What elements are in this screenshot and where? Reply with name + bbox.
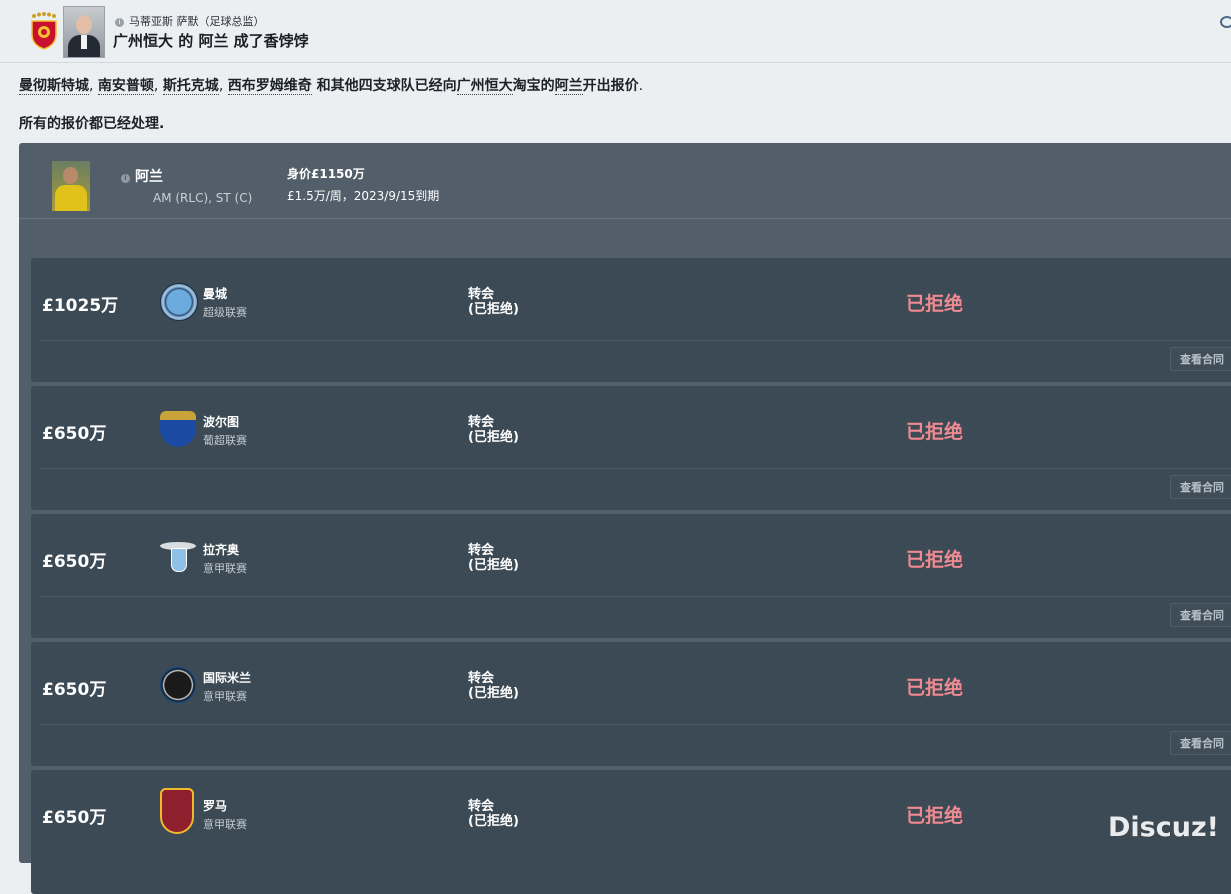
offer-card: £650万 拉齐奥 意甲联赛 转会 (已拒绝) 已拒绝 查看合同 [31,514,1231,638]
club-link-southampton[interactable]: 南安普顿 [97,78,154,95]
porto-crest-icon[interactable] [160,411,196,447]
offer-card: £650万 波尔图 葡超联赛 转会 (已拒绝) 已拒绝 查看合同 [31,386,1231,510]
club-name[interactable]: 国际米兰 [203,669,251,686]
view-contract-button[interactable]: 查看合同 [1170,603,1231,627]
eye-icon[interactable] [1220,16,1231,28]
divider [40,468,1231,469]
info-icon: i [121,174,130,183]
offer-status: 已拒绝 [906,805,964,827]
offer-amount: £1025万 [42,296,119,316]
info-icon: i [115,18,124,27]
player-summary: i 阿兰 AM (RLC), ST (C) 身价£1150万 £1.5万/周，20… [19,143,1231,219]
separator: , [153,78,163,94]
sender-line[interactable]: i 马蒂亚斯 萨默（足球总监） [115,13,265,29]
offer-type-status: (已拒绝) [468,814,519,829]
club-name[interactable]: 拉齐奥 [203,541,239,558]
body-text: 开出报价 [582,78,639,94]
message-subject: 广州恒大 的 阿兰 成了香饽饽 [113,32,309,50]
club-league[interactable]: 意甲联赛 [203,688,247,704]
offer-type-status: (已拒绝) [468,686,519,701]
club-league[interactable]: 葡超联赛 [203,432,247,448]
message-body-line1: 曼彻斯特城, 南安普顿, 斯托克城, 西布罗姆维奇 和其他四支球队已经向广州恒大… [19,75,643,95]
view-contract-button[interactable]: 查看合同 [1170,475,1231,499]
offer-status: 已拒绝 [906,549,964,571]
player-wage: £1.5万/周，2023/9/15到期 [287,189,440,203]
lazio-crest-icon[interactable] [160,539,196,575]
roma-crest-icon[interactable] [160,788,194,834]
club-link-stoke[interactable]: 斯托克城 [162,78,219,95]
guangzhou-club-crest-icon[interactable] [30,12,58,50]
separator: , [218,78,228,94]
player-name-line[interactable]: i 阿兰 [121,166,163,186]
offer-type: 转会 (已拒绝) [468,287,519,317]
club-name[interactable]: 曼城 [203,285,227,302]
offer-type-status: (已拒绝) [468,302,519,317]
offer-card: £650万 罗马 意甲联赛 转会 (已拒绝) 已拒绝 [31,770,1231,894]
body-text: 淘宝的 [512,78,555,94]
divider [40,724,1231,725]
player-positions: AM (RLC), ST (C) [153,191,253,205]
club-name[interactable]: 罗马 [203,797,227,814]
view-contract-button[interactable]: 查看合同 [1170,731,1231,755]
offer-status: 已拒绝 [906,293,964,315]
offer-type-label: 转会 [468,799,495,814]
offer-card: £1025万 曼城 超级联赛 转会 (已拒绝) 已拒绝 查看合同 [31,258,1231,382]
offer-type: 转会 (已拒绝) [468,671,519,701]
offer-type-label: 转会 [468,287,495,302]
body-text: 和其他四支球队已经向 [311,78,457,94]
offer-amount: £650万 [42,424,107,444]
watermark: Discuz! [1108,812,1219,843]
inter-crest-icon[interactable] [160,667,196,703]
offer-type: 转会 (已拒绝) [468,415,519,445]
offer-amount: £650万 [42,808,107,828]
divider [40,340,1231,341]
club-link-man-city[interactable]: 曼彻斯特城 [19,78,89,95]
divider [40,596,1231,597]
club-league[interactable]: 意甲联赛 [203,816,247,832]
offer-amount: £650万 [42,680,107,700]
player-photo[interactable] [52,161,90,211]
message-header: i 马蒂亚斯 萨默（足球总监） 广州恒大 的 阿兰 成了香饽饽 [0,0,1231,63]
offer-type-label: 转会 [468,543,495,558]
separator: , [89,78,98,94]
offer-status: 已拒绝 [906,421,964,443]
club-name[interactable]: 波尔图 [203,413,239,430]
club-link-west-brom[interactable]: 西布罗姆维奇 [227,78,312,95]
man-city-crest-icon[interactable] [160,283,198,321]
body-text: . [638,78,644,94]
offers-panel: i 阿兰 AM (RLC), ST (C) 身价£1150万 £1.5万/周，20… [19,143,1231,894]
player-name[interactable]: 阿兰 [135,169,163,185]
offer-type: 转会 (已拒绝) [468,543,519,573]
offer-card: £650万 国际米兰 意甲联赛 转会 (已拒绝) 已拒绝 查看合同 [31,642,1231,766]
offer-type-label: 转会 [468,671,495,686]
offer-type-status: (已拒绝) [468,558,519,573]
sender-photo[interactable] [63,6,105,58]
offer-type: 转会 (已拒绝) [468,799,519,829]
player-link-alan[interactable]: 阿兰 [554,78,583,95]
sender-name[interactable]: 马蒂亚斯 萨默（足球总监） [129,15,265,28]
offer-type-status: (已拒绝) [468,430,519,445]
offer-status: 已拒绝 [906,677,964,699]
offer-type-label: 转会 [468,415,495,430]
club-link-guangzhou[interactable]: 广州恒大 [456,78,513,95]
club-league[interactable]: 意甲联赛 [203,560,247,576]
view-contract-button[interactable]: 查看合同 [1170,347,1231,371]
club-league[interactable]: 超级联赛 [203,304,247,320]
player-value: 身价£1150万 [287,167,365,181]
offer-amount: £650万 [42,552,107,572]
message-body-line2: 所有的报价都已经处理. [19,116,165,132]
